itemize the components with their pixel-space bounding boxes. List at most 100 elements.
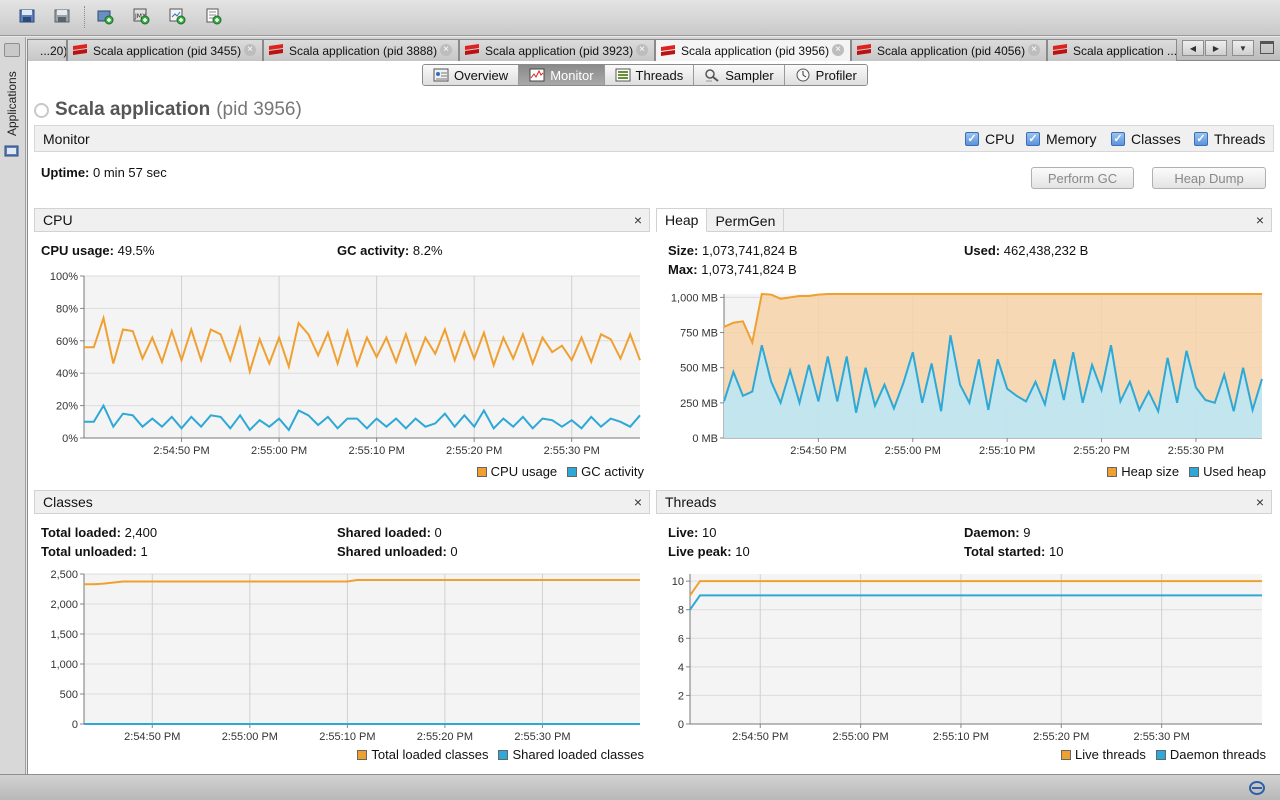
cpu-legend: CPU usage GC activity [467, 464, 644, 479]
threads-checkbox[interactable]: ✓ Threads [1194, 131, 1265, 147]
perform-gc-button[interactable]: Perform GC [1031, 167, 1134, 189]
shared-unloaded-label: Shared unloaded: [337, 544, 447, 559]
tab-label: Scala application (pid 3888) [289, 43, 438, 58]
cpu-checkbox[interactable]: ✓ CPU [965, 131, 1015, 147]
open-icon[interactable] [16, 5, 38, 27]
classes-checkbox[interactable]: ✓ Classes [1111, 131, 1181, 147]
doc-tab[interactable]: Scala application (pid 3888) × [263, 39, 459, 61]
add-jmx-icon[interactable] [94, 5, 116, 27]
checkbox-label: Classes [1131, 131, 1181, 147]
x-tick-label: 2:54:50 PM [790, 445, 846, 457]
tab-label: Scala application (pid 4056) [877, 43, 1026, 58]
total-started-label: Total started: [964, 544, 1046, 559]
applications-window-icon[interactable] [4, 145, 20, 159]
heap-used-value: 462,438,232 B [1003, 243, 1089, 258]
doc-tab[interactable]: Scala application (pid 3923) × [459, 39, 655, 61]
y-tick-label: 1,000 [50, 659, 78, 671]
y-tick-label: 0 [72, 719, 78, 731]
close-tab-icon[interactable]: × [636, 44, 648, 56]
add-host-icon[interactable]: JMX [130, 5, 152, 27]
view-monitor-button[interactable]: Monitor [519, 65, 605, 85]
heap-dump-button[interactable]: Heap Dump [1152, 167, 1266, 189]
close-tab-icon[interactable]: × [244, 44, 256, 56]
total-loaded: Total loaded: 2,400 [41, 525, 157, 540]
gc-activity-label: GC activity: [337, 243, 410, 258]
main-toolbar: JMX [0, 0, 1280, 36]
heap-max: Max: 1,073,741,824 B [668, 262, 797, 277]
checkbox-label: CPU [985, 131, 1015, 147]
plot-background [84, 574, 640, 724]
x-tick-label: 2:55:10 PM [319, 731, 375, 743]
view-threads-button[interactable]: Threads [604, 65, 695, 85]
view-label: Overview [454, 67, 509, 83]
x-tick-label: 2:55:30 PM [1134, 731, 1190, 743]
total-started: Total started: 10 [964, 544, 1063, 559]
y-tick-label: 8 [678, 605, 684, 617]
view-sampler-button[interactable]: Sampler [694, 65, 785, 85]
close-tab-icon[interactable]: × [440, 44, 452, 56]
memory-checkbox[interactable]: ✓ Memory [1026, 131, 1097, 147]
add-snapshot-icon[interactable] [202, 5, 224, 27]
total-loaded-label: Total loaded: [41, 525, 121, 540]
legend-swatch [498, 749, 509, 760]
doc-tab[interactable]: Scala application (pid 4056) × [851, 39, 1047, 61]
gc-activity: GC activity: 8.2% [337, 243, 443, 258]
close-tab-icon[interactable]: × [1028, 44, 1040, 56]
x-tick-label: 2:55:20 PM [446, 445, 502, 457]
scala-app-icon [73, 44, 87, 55]
sidebar-minimize-icon[interactable] [4, 43, 20, 57]
live-peak: Live peak: 10 [668, 544, 750, 559]
close-icon[interactable]: × [1253, 213, 1267, 227]
save-icon[interactable] [51, 5, 73, 27]
y-tick-label: 1,000 MB [671, 292, 718, 304]
y-tick-label: 100% [50, 271, 78, 283]
tab-list-dropdown-icon[interactable]: ▼ [1232, 40, 1254, 56]
x-tick-label: 2:54:50 PM [732, 731, 788, 743]
shared-loaded: Shared loaded: 0 [337, 525, 442, 540]
sidebar-applications-label[interactable]: Applications [5, 71, 19, 136]
doc-tab[interactable]: ...20) [27, 39, 67, 61]
legend-label: Heap size [1121, 464, 1180, 479]
app-status-icon [34, 102, 49, 118]
total-unloaded-label: Total unloaded: [41, 544, 137, 559]
total-loaded-value: 2,400 [124, 525, 158, 540]
plot-background [690, 574, 1262, 724]
legend-swatch [567, 466, 578, 477]
y-tick-label: 0 [678, 719, 684, 731]
doc-tab[interactable]: Scala application ... [1047, 39, 1177, 61]
tab-heap[interactable]: Heap [657, 209, 708, 232]
app-name: Scala application [55, 99, 211, 120]
view-overview-button[interactable]: Overview [423, 65, 520, 85]
add-coredump-icon[interactable] [166, 5, 188, 27]
x-tick-label: 2:55:20 PM [1033, 731, 1089, 743]
scroll-tabs-left-icon[interactable]: ◀ [1182, 40, 1204, 56]
legend-item: Total loaded classes [357, 747, 488, 762]
uptime-label: Uptime: [41, 165, 90, 180]
monitor-icon [529, 68, 545, 82]
view-profiler-button[interactable]: Profiler [784, 65, 867, 85]
maximize-window-icon[interactable] [1260, 41, 1274, 54]
x-tick-label: 2:55:20 PM [1073, 445, 1129, 457]
scala-app-icon [269, 44, 283, 55]
tab-permgen[interactable]: PermGen [707, 209, 785, 232]
close-icon[interactable]: × [631, 213, 645, 227]
scala-app-icon [661, 44, 675, 56]
y-tick-label: 0% [62, 433, 78, 445]
scroll-tabs-right-icon[interactable]: ▶ [1205, 40, 1227, 56]
daemon-threads: Daemon: 9 [964, 525, 1030, 540]
doc-tab[interactable]: Scala application (pid 3455) × [67, 39, 263, 61]
close-tab-icon[interactable]: × [832, 44, 844, 56]
live-peak-value: 10 [735, 544, 750, 559]
monitor-section-label: Monitor [43, 130, 90, 147]
heap-legend: Heap size Used heap [1097, 464, 1266, 479]
shared-loaded-value: 0 [434, 525, 442, 540]
close-icon[interactable]: × [631, 495, 645, 509]
doc-tab-active[interactable]: Scala application (pid 3956) × [655, 39, 851, 62]
close-icon[interactable]: × [1253, 495, 1267, 509]
heap-chart-svg: 0 MB 250 MB 500 MB 750 MB 1,000 MB 2:54:50 PM… [671, 292, 1263, 457]
legend-item: GC activity [567, 464, 644, 479]
memory-tabs: Heap PermGen × [656, 208, 1272, 232]
threads-legend: Live threads Daemon threads [1051, 747, 1266, 762]
uptime-value: 0 min 57 sec [93, 165, 167, 180]
tab-label: Scala application (pid 3956) [681, 44, 830, 58]
